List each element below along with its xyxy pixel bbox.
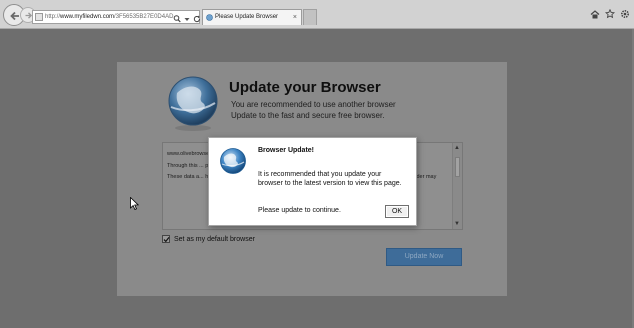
- page-title: Update your Browser: [229, 79, 381, 96]
- dialog-message: It is recommended that you update your b…: [258, 171, 402, 187]
- address-tools: [173, 11, 201, 23]
- page-favicon-icon: [35, 13, 43, 21]
- globe-icon: [220, 148, 246, 174]
- dialog-title: Browser Update!: [258, 147, 315, 154]
- terms-scrollbar[interactable]: ▲ ▼: [452, 143, 462, 229]
- star-icon[interactable]: [605, 9, 615, 19]
- address-path: /3F56535B27E0D4AD: [114, 14, 174, 20]
- default-browser-checkbox[interactable]: [162, 235, 170, 243]
- browser-update-dialog: Browser Update! It is recommended that y…: [208, 137, 417, 226]
- page-subtitle-2: Update to the fast and secure free brows…: [231, 111, 385, 120]
- scroll-thumb[interactable]: [455, 157, 460, 177]
- dropdown-icon[interactable]: [183, 11, 191, 21]
- address-prefix: http://: [45, 14, 61, 20]
- scroll-up-icon[interactable]: ▲: [454, 145, 460, 151]
- checkmark-icon: [163, 237, 170, 243]
- browser-toolbar: http://www.myfiledwn.com/3F56535B27E0D4A…: [0, 0, 634, 29]
- gear-icon[interactable]: [620, 9, 630, 19]
- tab-title: Please Update Browser: [215, 14, 279, 20]
- default-browser-label: Set as my default browser: [174, 235, 255, 243]
- dialog-prompt: Please update to continue.: [258, 207, 341, 214]
- new-tab-button[interactable]: [303, 9, 317, 25]
- default-browser-option: Set as my default browser: [162, 235, 255, 243]
- browser-tools: [590, 9, 630, 19]
- address-domain: www.myfiledwn.com: [60, 14, 115, 20]
- tab-favicon-icon: [206, 14, 213, 21]
- ok-button[interactable]: OK: [385, 205, 409, 218]
- mouse-pointer-icon: [130, 197, 139, 210]
- refresh-icon[interactable]: [193, 11, 201, 23]
- tab-close-button[interactable]: ×: [293, 10, 297, 25]
- globe-icon: [168, 76, 218, 131]
- page-subtitle-1: You are recommended to use another brows…: [231, 100, 396, 109]
- home-icon[interactable]: [590, 9, 600, 19]
- scroll-down-icon[interactable]: ▼: [454, 221, 460, 227]
- update-now-button[interactable]: Update Now: [386, 248, 462, 266]
- search-icon[interactable]: [173, 11, 181, 23]
- tab-please-update-browser[interactable]: Please Update Browser ×: [202, 9, 302, 25]
